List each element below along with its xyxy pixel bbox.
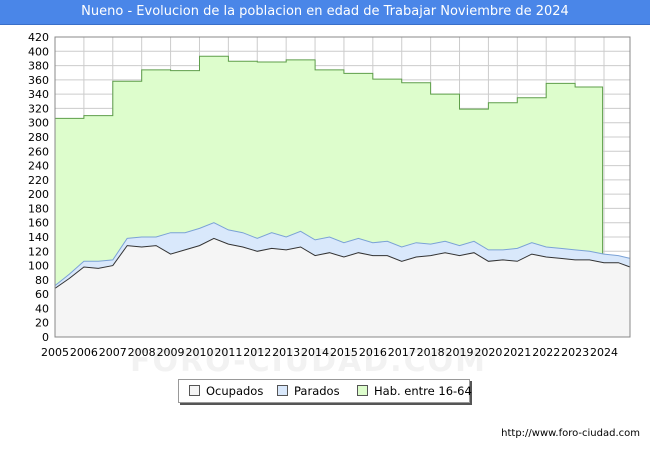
legend-swatch-parados — [277, 385, 288, 396]
y-axis-ticks: 0204060801001201401601802002202402602803… — [28, 31, 49, 344]
x-tick-label: 2022 — [532, 346, 560, 359]
x-tick-label: 2005 — [41, 346, 69, 359]
x-tick-label: 2016 — [359, 346, 387, 359]
legend-label-ocupados: Ocupados — [206, 384, 264, 398]
x-tick-label: 2017 — [388, 346, 416, 359]
y-tick-label: 400 — [28, 45, 49, 58]
y-tick-label: 20 — [35, 317, 49, 330]
series-areas — [54, 55, 631, 338]
y-tick-label: 200 — [28, 188, 49, 201]
legend: Ocupados Parados Hab. entre 16-64 — [178, 379, 472, 403]
y-tick-label: 240 — [28, 160, 49, 173]
x-tick-label: 2009 — [157, 346, 185, 359]
x-tick-label: 2020 — [474, 346, 502, 359]
y-tick-label: 300 — [28, 117, 49, 130]
x-tick-label: 2012 — [243, 346, 271, 359]
y-tick-label: 280 — [28, 131, 49, 144]
y-tick-label: 80 — [35, 274, 49, 287]
y-tick-label: 160 — [28, 217, 49, 230]
x-axis-ticks: 2005 2006 2007 2008 2009 2010 2011 2012 2013 2014… — [41, 346, 618, 359]
x-tick-label: 2014 — [301, 346, 329, 359]
y-tick-label: 220 — [28, 174, 49, 187]
x-tick-label: 2013 — [272, 346, 300, 359]
y-tick-label: 100 — [28, 260, 49, 273]
y-tick-label: 40 — [35, 302, 49, 315]
legend-swatch-ocupados — [189, 385, 200, 396]
x-tick-label: 2021 — [503, 346, 531, 359]
x-tick-label: 2015 — [330, 346, 358, 359]
legend-label-hab: Hab. entre 16-64 — [374, 384, 472, 398]
legend-item-parados: Parados — [277, 384, 340, 398]
legend-label-parados: Parados — [294, 384, 340, 398]
x-tick-label: 2010 — [185, 346, 213, 359]
x-tick-label: 2023 — [561, 346, 589, 359]
y-tick-label: 180 — [28, 202, 49, 215]
y-tick-label: 380 — [28, 60, 49, 73]
legend-item-hab: Hab. entre 16-64 — [357, 384, 472, 398]
y-tick-label: 0 — [42, 331, 49, 344]
y-tick-label: 140 — [28, 231, 49, 244]
y-tick-label: 120 — [28, 245, 49, 258]
y-tick-label: 340 — [28, 88, 49, 101]
source-url: http://www.foro-ciudad.com — [501, 428, 640, 439]
x-tick-label: 2007 — [99, 346, 127, 359]
x-tick-label: 2011 — [214, 346, 242, 359]
x-tick-label: 2024 — [590, 346, 618, 359]
x-tick-label: 2018 — [417, 346, 445, 359]
y-tick-label: 260 — [28, 145, 49, 158]
y-tick-label: 320 — [28, 102, 49, 115]
legend-swatch-hab — [357, 385, 368, 396]
legend-item-ocupados: Ocupados — [189, 384, 263, 398]
x-tick-label: 2008 — [128, 346, 156, 359]
x-tick-label: 2006 — [70, 346, 98, 359]
y-tick-label: 60 — [35, 288, 49, 301]
x-tick-label: 2019 — [446, 346, 474, 359]
y-tick-label: 360 — [28, 74, 49, 87]
y-tick-label: 420 — [28, 31, 49, 44]
